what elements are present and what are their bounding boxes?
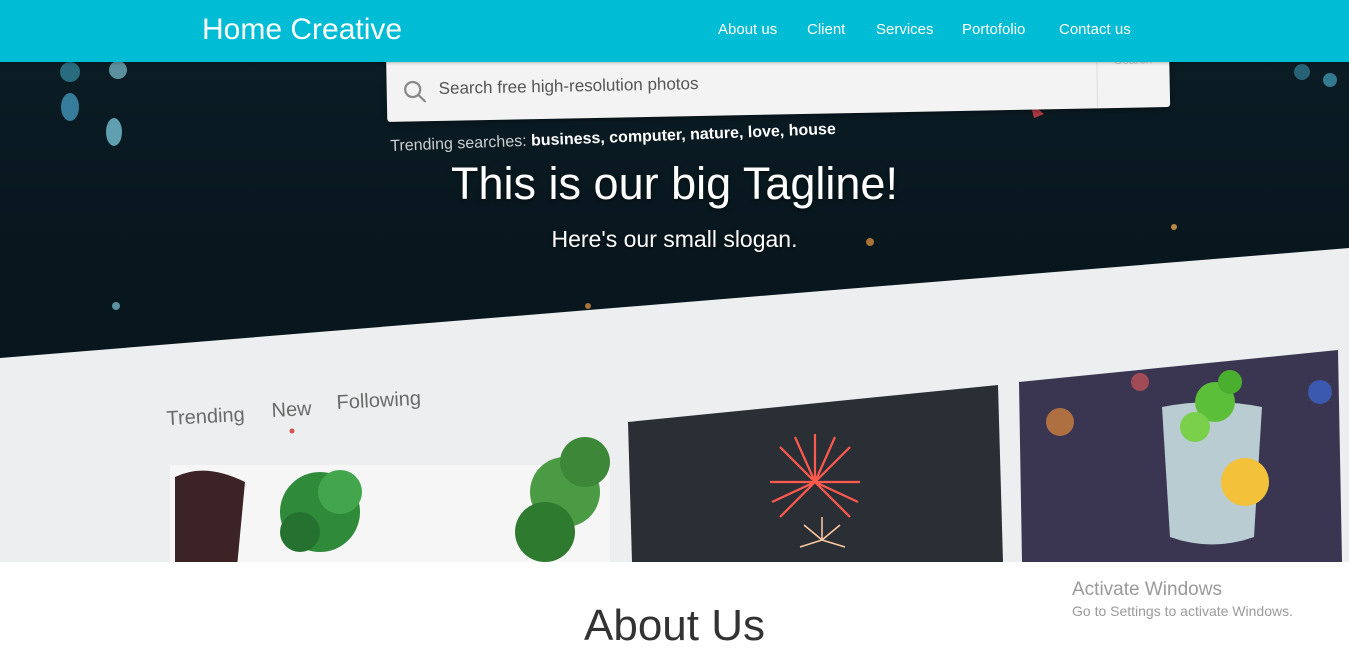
search-icon (404, 80, 427, 103)
hero-slogan: Here's our small slogan. (551, 226, 798, 252)
top-navbar: Home Creative About us Client Services P… (0, 0, 1349, 62)
nav-link-contact-us[interactable]: Contact us (1059, 20, 1131, 40)
hero-section: Search free high-resolution photos Searc… (0, 62, 1349, 562)
photo-tab-trending: Trending (166, 403, 246, 430)
photo-tab-new: New (271, 397, 313, 422)
photo-cocktail-card (1019, 350, 1342, 562)
windows-activation-title: Activate Windows (1072, 579, 1222, 600)
nav-link-about-us[interactable]: About us (718, 20, 777, 40)
photo-search-placeholder: Search free high-resolution photos (438, 74, 699, 98)
nav-links: About us Client Services Portofolio Cont… (0, 20, 1349, 40)
hero-tagline: This is our big Tagline! (451, 158, 898, 209)
nav-link-portofolio[interactable]: Portofolio (962, 20, 1025, 40)
photo-search-button-label: Search (1095, 62, 1171, 109)
photo-tab-following: Following (336, 387, 422, 414)
nav-link-client[interactable]: Client (807, 20, 845, 40)
windows-activation-subtitle: Go to Settings to activate Windows. (1072, 603, 1293, 619)
nav-link-services[interactable]: Services (876, 20, 934, 40)
